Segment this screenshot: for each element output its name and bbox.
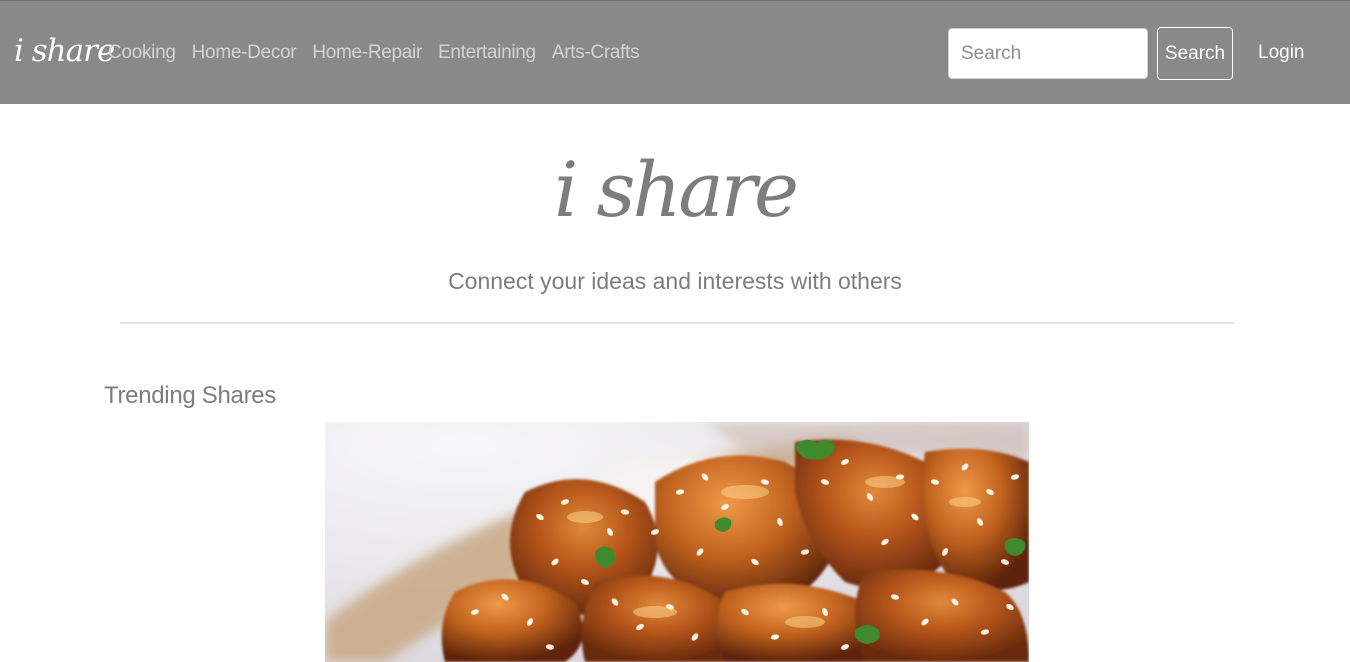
nav-links: Cooking Home-Decor Home-Repair Entertain… [100,37,647,69]
search-button[interactable]: Search [1157,27,1233,80]
food-photo-icon [325,422,1029,662]
trending-heading: Trending Shares [104,382,277,409]
hero-divider [120,322,1234,324]
nav-link-arts-crafts[interactable]: Arts-Crafts [544,42,647,64]
login-link[interactable]: Login [1258,38,1305,68]
trending-share-image[interactable] [325,422,1029,662]
navbar: i share Cooking Home-Decor Home-Repair E… [0,0,1350,104]
hero-tagline: Connect your ideas and interests with ot… [448,268,902,294]
search-input[interactable] [948,28,1148,79]
nav-link-home-decor[interactable]: Home-Decor [184,42,305,64]
nav-link-cooking[interactable]: Cooking [100,42,184,64]
hero-title: i share [553,145,799,234]
nav-link-home-repair[interactable]: Home-Repair [304,42,430,64]
nav-link-entertaining[interactable]: Entertaining [430,42,544,64]
